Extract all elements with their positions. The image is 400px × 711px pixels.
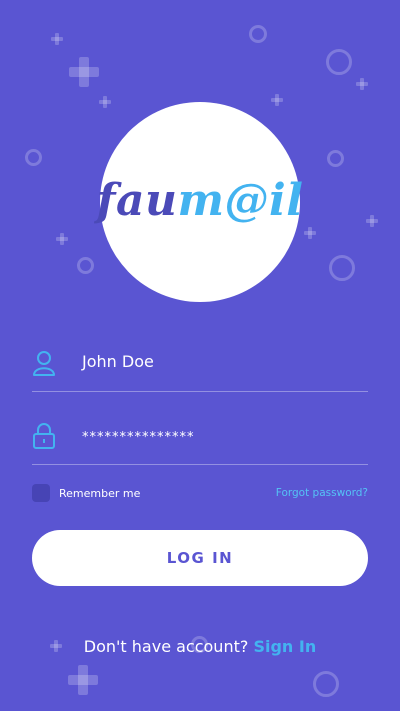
decor-ring <box>326 49 352 75</box>
password-value[interactable]: *************** <box>82 430 195 445</box>
decor-plus <box>304 227 316 239</box>
decor-ring <box>313 671 339 697</box>
password-underline <box>32 464 368 465</box>
app-logo: faum@il <box>96 174 304 226</box>
logo-badge: faum@il <box>97 102 303 302</box>
decor-plus <box>51 33 63 45</box>
username-underline <box>32 391 368 392</box>
decor-ring <box>249 25 267 43</box>
lock-icon <box>32 423 56 449</box>
sign-in-link[interactable]: Sign In <box>253 637 316 656</box>
remember-label: Remember me <box>59 486 141 500</box>
decor-plus <box>69 57 99 87</box>
decor-plus <box>56 233 68 245</box>
username-field[interactable]: John Doe <box>32 342 368 392</box>
decor-plus <box>68 665 98 695</box>
password-field[interactable]: *************** <box>32 415 368 465</box>
forgot-password-link[interactable]: Forgot password? <box>276 487 368 499</box>
signup-prompt-row: Don't have account? Sign In <box>0 637 400 656</box>
decor-plus <box>99 96 111 108</box>
decor-plus <box>271 94 283 106</box>
user-icon <box>32 350 56 376</box>
signup-prompt: Don't have account? <box>83 637 249 656</box>
decor-ring <box>329 255 355 281</box>
decor-ring <box>77 257 94 274</box>
username-value[interactable]: John Doe <box>82 352 154 371</box>
decor-plus <box>366 215 378 227</box>
decor-ring <box>25 149 42 166</box>
remember-checkbox[interactable] <box>32 484 50 502</box>
login-button[interactable]: LOG IN <box>32 530 368 586</box>
remember-me[interactable]: Remember me <box>32 484 140 502</box>
decor-plus <box>356 78 368 90</box>
decor-ring <box>327 150 344 167</box>
